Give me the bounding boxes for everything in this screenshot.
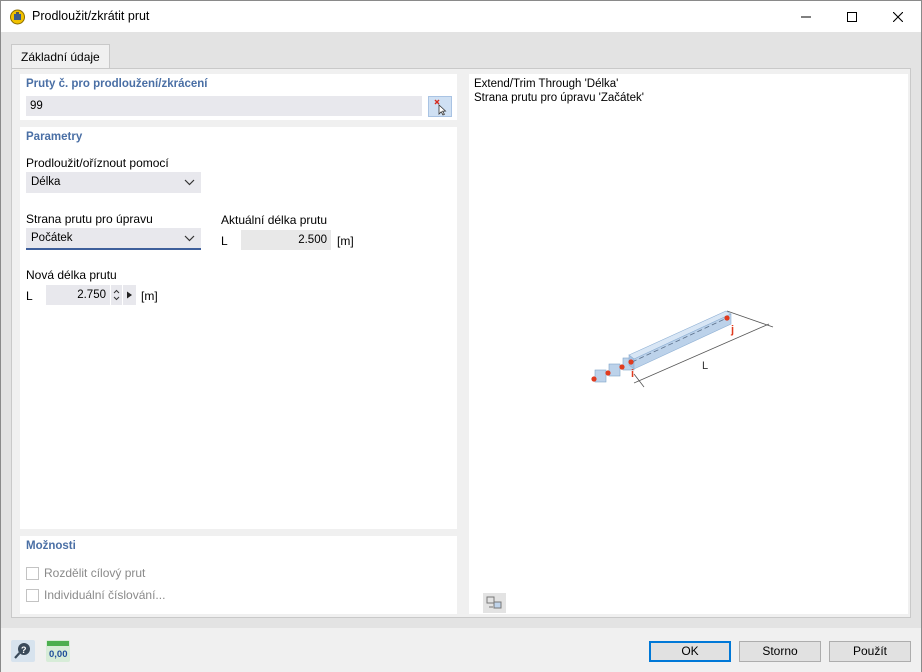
node-point xyxy=(724,315,730,321)
side-value: Počátek xyxy=(31,232,73,244)
members-group-title: Pruty č. pro prodloužení/zkrácení xyxy=(26,78,208,90)
new-length-field[interactable]: 2.750 xyxy=(46,285,110,305)
app-icon xyxy=(9,8,26,25)
options-group-title: Možnosti xyxy=(26,540,76,552)
cancel-button-label: Storno xyxy=(762,644,798,658)
new-length-label: Nová délka prutu xyxy=(26,268,117,282)
units-button[interactable]: 0,00 xyxy=(46,640,70,662)
node-point xyxy=(605,370,611,376)
beam-section-1 xyxy=(594,369,607,383)
member-preview-graphic: i j L xyxy=(591,310,774,388)
new-length-unit: [m] xyxy=(141,289,158,303)
apply-button[interactable]: Použít xyxy=(829,641,911,662)
side-select[interactable]: Počátek xyxy=(26,228,201,250)
beam-main xyxy=(628,310,732,370)
maximize-icon xyxy=(847,11,857,22)
dialog-content: Základní údaje Pruty č. pro prodloužení/… xyxy=(1,32,921,628)
minimize-icon xyxy=(801,16,811,17)
members-input-value: 99 xyxy=(30,100,43,112)
node-i-label: i xyxy=(631,368,634,380)
side-label: Strana prutu pro úpravu xyxy=(26,212,153,226)
members-input[interactable]: 99 xyxy=(26,96,422,116)
split-target-label: Rozdělit cílový prut xyxy=(44,566,146,580)
spinner-up-down-icon xyxy=(113,289,120,301)
dimension-label: L xyxy=(702,360,708,372)
node-j-label: j xyxy=(730,324,734,336)
view-settings-button[interactable] xyxy=(483,593,506,613)
node-point xyxy=(591,376,597,382)
extend-by-label: Prodloužit/oříznout pomocí xyxy=(26,156,169,170)
current-length-unit: [m] xyxy=(337,234,354,248)
dialog-window: Prodloužit/zkrátit prut Základní údaje P… xyxy=(0,0,922,672)
preview-panel: Extend/Trim Through 'Délka' Strana prutu… xyxy=(469,74,908,614)
help-magnifier-icon: ? xyxy=(14,643,30,659)
extend-by-value: Délka xyxy=(31,176,61,188)
members-group: Pruty č. pro prodloužení/zkrácení 99 xyxy=(20,74,457,120)
parameters-group-title: Parametry xyxy=(26,131,83,143)
tab-panel: Pruty č. pro prodloužení/zkrácení 99 Par… xyxy=(11,68,911,618)
ok-button[interactable]: OK xyxy=(649,641,731,662)
extend-by-select[interactable]: Délka xyxy=(26,172,201,193)
current-length-symbol: L xyxy=(221,234,228,248)
beam-section-2 xyxy=(608,363,621,377)
minimize-button[interactable] xyxy=(783,1,829,32)
title-bar: Prodloužit/zkrátit prut xyxy=(1,1,921,32)
tab-basic-data[interactable]: Základní údaje xyxy=(11,44,110,69)
help-button[interactable]: ? xyxy=(11,640,35,662)
units-icon-text: 0,00 xyxy=(49,649,68,660)
options-group: Možnosti Rozdělit cílový prut Individuál… xyxy=(20,536,457,614)
tab-label: Základní údaje xyxy=(21,50,100,64)
node-point xyxy=(628,359,634,365)
split-target-checkbox[interactable] xyxy=(26,567,39,580)
dialog-footer: ? 0,00 OK Storno Použít xyxy=(1,628,921,672)
close-icon xyxy=(893,11,903,22)
apply-button-label: Použít xyxy=(852,644,888,658)
ok-button-label: OK xyxy=(681,644,699,658)
view-settings-icon xyxy=(486,596,502,609)
new-length-menu-button[interactable] xyxy=(123,285,136,305)
parameters-group: Parametry Prodloužit/oříznout pomocí Dél… xyxy=(20,127,457,529)
cancel-button[interactable]: Storno xyxy=(739,641,821,662)
maximize-button[interactable] xyxy=(829,1,875,32)
close-button[interactable] xyxy=(875,1,921,32)
window-title: Prodloužit/zkrátit prut xyxy=(32,9,150,23)
new-length-symbol: L xyxy=(26,289,33,303)
new-length-value: 2.750 xyxy=(77,289,106,301)
select-members-button[interactable] xyxy=(428,96,452,117)
units-decimal-icon: 0,00 xyxy=(47,641,69,660)
pick-cursor-icon xyxy=(434,99,447,116)
current-length-field: 2.500 xyxy=(241,230,331,250)
individual-numbering-checkbox[interactable] xyxy=(26,589,39,602)
new-length-spinner[interactable] xyxy=(111,285,122,305)
current-length-value: 2.500 xyxy=(298,234,327,246)
current-length-label: Aktuální délka prutu xyxy=(221,213,328,227)
individual-numbering-label: Individuální číslování... xyxy=(44,588,166,602)
node-point xyxy=(619,364,625,370)
chevron-down-icon xyxy=(184,228,195,257)
svg-text:?: ? xyxy=(21,645,27,655)
chevron-down-icon xyxy=(184,172,195,201)
caret-right-icon xyxy=(127,291,132,299)
